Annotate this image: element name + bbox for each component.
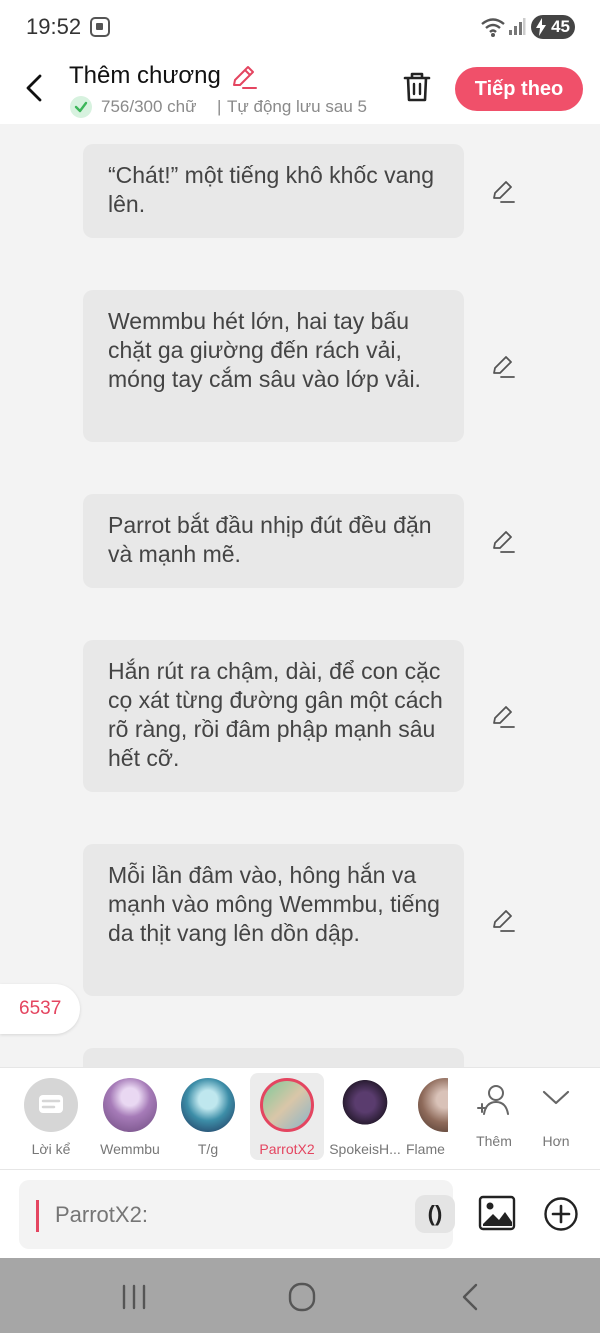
message-bubble[interactable]: Mỗi lần đâm vào, hông hắn va mạnh vào mô…	[83, 844, 464, 996]
insert-image-button[interactable]	[478, 1194, 516, 1232]
subtitle-separator: |	[217, 97, 222, 116]
autosave-status: Tự động lưu sau 5	[227, 97, 367, 116]
character-label: Hơn	[542, 1133, 570, 1149]
back-nav-icon[interactable]	[452, 1280, 492, 1314]
add-more-button[interactable]	[543, 1196, 579, 1232]
character-label: SpokeisH...	[329, 1141, 401, 1157]
message-bubble[interactable]: Hắn rút ra chậm, dài, để con cặc cọ xát …	[83, 640, 464, 792]
tg-avatar	[181, 1078, 235, 1132]
character-wemmbu[interactable]: Wemmbu	[94, 1068, 166, 1170]
edit-message-icon[interactable]	[490, 907, 516, 933]
message-input[interactable]	[55, 1180, 385, 1249]
more-characters-button[interactable]: Hơn	[530, 1068, 582, 1170]
narrator-icon	[39, 1095, 63, 1113]
page-title: Thêm chương	[69, 62, 221, 89]
screenshot-icon	[90, 17, 110, 37]
back-button[interactable]	[18, 68, 52, 108]
next-button[interactable]: Tiếp theo	[455, 67, 583, 111]
saved-check-icon	[70, 96, 92, 118]
battery-indicator: 45	[531, 15, 575, 39]
character-label: Thêm	[476, 1133, 512, 1149]
character-narrator[interactable]: Lời kể	[15, 1068, 87, 1170]
add-user-icon	[477, 1085, 509, 1115]
character-bar: Lời kể Wemmbu T/g ParrotX2 SpokeisH... F…	[0, 1067, 600, 1169]
word-counter-badge[interactable]: 6537	[0, 984, 80, 1034]
add-character-button[interactable]: Thêm	[464, 1068, 524, 1170]
flame-avatar	[418, 1078, 448, 1132]
message-bubble-partial[interactable]	[83, 1048, 464, 1067]
message-bubble[interactable]: Wemmbu hét lớn, hai tay bấu chặt ga giườ…	[83, 290, 464, 442]
character-parrotx2[interactable]: ParrotX2	[250, 1068, 324, 1170]
character-flame[interactable]: Flame	[404, 1068, 448, 1170]
delete-button[interactable]	[401, 70, 433, 104]
character-spokeish[interactable]: SpokeisH...	[328, 1068, 402, 1170]
battery-level: 45	[551, 17, 570, 36]
chapter-content[interactable]: “Chát!” một tiếng khô khốc vang lên. Wem…	[0, 124, 600, 1067]
status-bar: 19:52 45	[0, 0, 600, 56]
character-label: Flame	[406, 1141, 445, 1157]
home-icon[interactable]	[282, 1280, 322, 1314]
message-bubble[interactable]: Parrot bắt đầu nhịp đút đều đặn và mạnh …	[83, 494, 464, 588]
word-count: 756/300 chữ	[101, 97, 197, 116]
edit-message-icon[interactable]	[490, 703, 516, 729]
signal-icon	[509, 18, 526, 35]
status-time: 19:52	[26, 14, 82, 39]
character-tg[interactable]: T/g	[172, 1068, 244, 1170]
edit-message-icon[interactable]	[490, 528, 516, 554]
spokeish-avatar	[338, 1078, 392, 1132]
edit-title-icon[interactable]	[230, 63, 258, 91]
parrotx2-avatar	[260, 1078, 314, 1132]
recent-apps-icon[interactable]	[114, 1280, 154, 1314]
wemmbu-avatar	[103, 1078, 157, 1132]
wifi-icon	[481, 18, 505, 37]
parentheses-button[interactable]: ()	[415, 1195, 455, 1233]
charging-icon	[536, 18, 546, 36]
narrator-avatar	[24, 1078, 78, 1132]
character-label: ParrotX2	[259, 1141, 315, 1157]
message-bubble[interactable]: “Chát!” một tiếng khô khốc vang lên.	[83, 144, 464, 238]
chevron-down-icon	[542, 1090, 570, 1105]
edit-message-icon[interactable]	[490, 178, 516, 204]
system-nav-bar	[0, 1258, 600, 1333]
character-label: Wemmbu	[100, 1141, 160, 1157]
edit-message-icon[interactable]	[490, 353, 516, 379]
character-label: T/g	[197, 1141, 219, 1157]
composer: ()	[0, 1169, 600, 1258]
text-caret	[36, 1200, 39, 1232]
app-header: Thêm chương 756/300 chữ | Tự động lưu sa…	[0, 56, 600, 124]
character-label: Lời kể	[31, 1141, 71, 1157]
message-input-box[interactable]: ()	[19, 1180, 455, 1249]
